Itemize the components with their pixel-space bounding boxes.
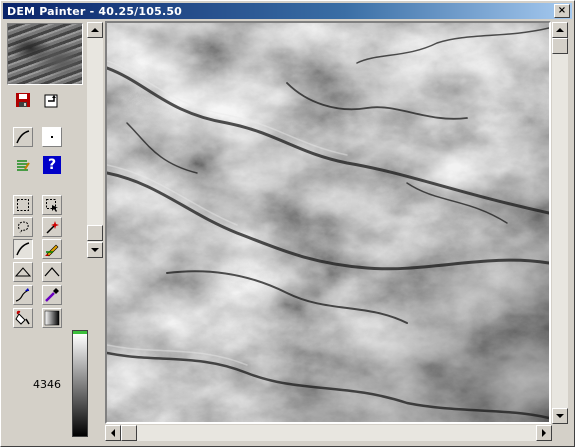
rect-select-tool[interactable] <box>13 195 33 215</box>
scroll-up-button[interactable] <box>87 22 103 38</box>
window-title: DEM Painter - 40.25/105.50 <box>7 4 183 18</box>
lower-tool[interactable] <box>42 262 62 282</box>
magic-wand-tool[interactable] <box>42 217 62 237</box>
point-icon <box>51 136 53 138</box>
arrow-left-icon <box>111 429 115 437</box>
rect-select-icon <box>17 199 29 211</box>
elevation-value: 4346 <box>33 378 61 391</box>
fill-tool[interactable] <box>13 308 33 328</box>
raise-tool[interactable] <box>13 262 33 282</box>
canvas-hscroll-thumb[interactable] <box>121 425 137 441</box>
canvas-horizontal-scrollbar[interactable] <box>105 425 552 441</box>
line-curve-icon <box>16 242 30 256</box>
canvas-scroll-down-button[interactable] <box>552 408 568 424</box>
help-icon: ? <box>43 156 61 174</box>
palette-vertical-scrollbar[interactable] <box>87 22 103 258</box>
arrow-down-icon <box>91 248 99 252</box>
dem-canvas[interactable] <box>105 21 551 424</box>
scrollbar-corner <box>552 425 568 441</box>
arrow-down-icon <box>556 414 564 418</box>
canvas-scroll-right-button[interactable] <box>536 425 552 441</box>
gradient-tool[interactable] <box>42 308 62 328</box>
smooth-tool[interactable] <box>13 285 33 305</box>
canvas-scroll-left-button[interactable] <box>105 425 121 441</box>
pencil-icon <box>45 244 59 257</box>
save-button[interactable] <box>13 90 33 110</box>
canvas-vscroll-thumb[interactable] <box>552 38 568 54</box>
canvas-vertical-scrollbar[interactable] <box>552 22 568 424</box>
notes-button[interactable] <box>13 155 33 175</box>
lower-chevron-icon <box>44 267 60 277</box>
export-button[interactable] <box>42 90 62 110</box>
canvas-scroll-up-button[interactable] <box>552 22 568 38</box>
arrow-up-icon <box>91 28 99 32</box>
eyedropper-icon <box>45 288 59 302</box>
elevation-color-scale[interactable] <box>72 330 88 437</box>
paint-bucket-icon <box>15 310 30 325</box>
profile-line-icon <box>16 130 30 144</box>
close-button[interactable]: × <box>554 4 570 18</box>
arrow-up-icon <box>556 28 564 32</box>
pencil-tool[interactable] <box>42 239 62 259</box>
arrow-right-icon <box>542 429 546 437</box>
scroll-down-button[interactable] <box>87 242 103 258</box>
draw-line-tool[interactable] <box>13 239 33 259</box>
eyedropper-tool[interactable] <box>42 285 62 305</box>
export-icon <box>44 94 58 108</box>
gradient-icon <box>44 310 60 326</box>
select-arrow-tool[interactable] <box>42 195 62 215</box>
raise-triangle-icon <box>15 267 31 277</box>
smooth-curve-icon <box>15 288 30 302</box>
title-bar[interactable]: DEM Painter - 40.25/105.50 × <box>3 3 572 19</box>
terrain-hillshade-image <box>107 23 549 422</box>
scroll-thumb[interactable] <box>87 225 103 241</box>
notes-icon <box>17 160 30 171</box>
overview-thumbnail[interactable] <box>7 23 83 85</box>
magic-wand-icon <box>46 221 59 234</box>
lasso-tool[interactable] <box>13 217 33 237</box>
lasso-icon <box>18 221 29 234</box>
save-icon <box>16 93 30 107</box>
profile-line-button[interactable] <box>13 127 33 147</box>
select-arrow-icon <box>46 199 58 212</box>
point-button[interactable] <box>42 127 62 147</box>
help-button[interactable]: ? <box>42 155 62 175</box>
